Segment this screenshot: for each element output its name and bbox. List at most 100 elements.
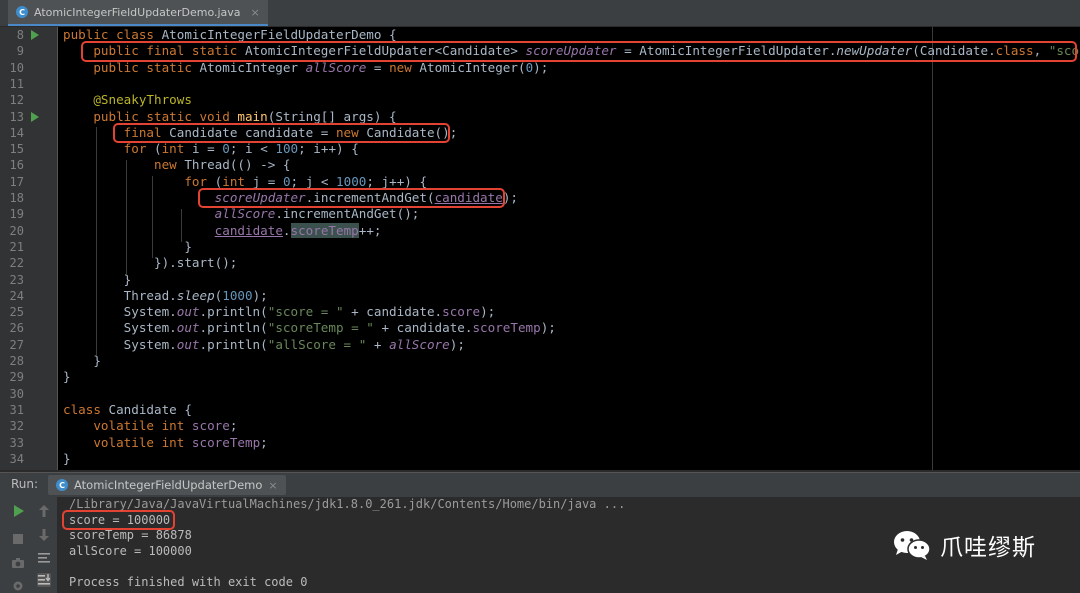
code-token: AtomicIntegerFieldUpdaterDemo { <box>161 27 397 42</box>
code-token: allScore <box>389 337 450 352</box>
run-gutter-icon[interactable] <box>31 30 39 40</box>
code-token: class <box>63 402 109 417</box>
code-line: } <box>63 239 192 255</box>
code-token: scoreTemp <box>191 435 261 450</box>
highlight-box-line-14 <box>113 123 450 143</box>
line-number: 18 <box>9 191 24 205</box>
line-number: 32 <box>9 419 24 433</box>
code-line: }).start(); <box>63 255 237 271</box>
code-token: ); <box>502 190 518 205</box>
code-editor[interactable] <box>58 27 1080 470</box>
code-token: score <box>442 304 481 319</box>
watermark: 爪哇缪斯 <box>892 528 1036 562</box>
editor-tab-filename: AtomicIntegerFieldUpdaterDemo.java <box>34 5 241 19</box>
line-number: 17 <box>9 175 24 189</box>
code-token: sleep <box>176 288 215 303</box>
code-token: ; <box>260 435 268 450</box>
code-token: 1000 <box>222 288 253 303</box>
java-class-icon: C <box>16 6 28 18</box>
code-token: ( <box>154 141 162 156</box>
run-panel-header: Run: C AtomicIntegerFieldUpdaterDemo × <box>0 472 1080 497</box>
line-number: 26 <box>9 321 24 335</box>
code-line: } <box>63 451 71 467</box>
run-gutter-icon[interactable] <box>31 112 39 122</box>
indent-guide <box>96 127 97 355</box>
code-token: } <box>63 451 71 466</box>
close-tab-icon[interactable]: × <box>251 6 260 19</box>
code-token: + candidate. <box>343 304 443 319</box>
run-toolbar <box>0 497 58 593</box>
code-token: new <box>389 60 420 75</box>
code-token: allScore <box>214 206 276 221</box>
code-token: scoreTemp <box>290 223 359 238</box>
code-token: + candidate. <box>373 320 473 335</box>
code-token: 0 <box>282 174 291 189</box>
code-token: .incrementAndGet(); <box>275 206 420 221</box>
code-token: candidate <box>214 223 283 238</box>
highlight-box-line-18 <box>198 188 505 208</box>
code-token: scoreTemp <box>472 320 541 335</box>
code-token: public static <box>63 60 200 75</box>
console-line: score = 100000 <box>69 512 171 527</box>
code-line: allScore.incrementAndGet(); <box>63 206 420 222</box>
line-number: 15 <box>9 142 24 156</box>
code-token: } <box>63 239 192 254</box>
code-line: volatile int scoreTemp; <box>63 435 268 451</box>
code-token: "allScore = " <box>267 337 367 352</box>
code-token: main <box>237 109 268 124</box>
run-config-tab[interactable]: C AtomicIntegerFieldUpdaterDemo × <box>48 475 286 495</box>
soft-wrap-icon[interactable] <box>37 551 51 565</box>
wechat-icon <box>894 531 931 560</box>
line-number: 20 <box>9 224 24 238</box>
code-token: ); <box>533 60 549 75</box>
editor-tab[interactable]: C AtomicIntegerFieldUpdaterDemo.java × <box>8 0 268 26</box>
code-line: } <box>63 353 101 369</box>
code-token: out <box>176 320 200 335</box>
code-token: volatile int <box>63 418 192 433</box>
console-line: allScore = 100000 <box>69 543 192 558</box>
code-line: System.out.println("scoreTemp = " + cand… <box>63 320 556 336</box>
code-token: new <box>63 157 185 172</box>
rerun-icon[interactable] <box>11 504 25 518</box>
camera-icon[interactable] <box>11 556 25 570</box>
java-class-icon: C <box>56 479 68 491</box>
line-number: 13 <box>9 110 24 124</box>
line-number: 10 <box>9 61 24 75</box>
scroll-to-end-icon[interactable] <box>37 573 51 587</box>
code-token: "scoreTemp = " <box>267 320 374 335</box>
code-token: public class <box>63 27 162 42</box>
scroll-up-icon[interactable] <box>37 504 51 518</box>
watermark-text: 爪哇缪斯 <box>940 535 1036 561</box>
line-number: 16 <box>9 158 24 172</box>
code-token: Thread. <box>63 288 177 303</box>
close-run-tab-icon[interactable]: × <box>268 479 277 492</box>
code-line: public static AtomicInteger allScore = n… <box>63 60 548 76</box>
code-line: new Thread(() -> { <box>63 157 291 173</box>
scroll-down-icon[interactable] <box>37 528 51 542</box>
code-token: ); <box>252 288 268 303</box>
code-token: for <box>63 174 215 189</box>
line-number: 9 <box>16 44 24 58</box>
code-token: 1000 <box>336 174 367 189</box>
code-token: int <box>161 141 192 156</box>
code-token: ; j++) { <box>366 174 428 189</box>
code-token: .println( <box>199 337 268 352</box>
code-line: candidate.scoreTemp++; <box>63 223 382 239</box>
code-token: ; i < <box>229 141 276 156</box>
indent-guide <box>152 176 153 258</box>
indent-guide <box>181 209 182 242</box>
code-token: .println( <box>199 320 268 335</box>
line-number: 8 <box>16 28 24 42</box>
stop-icon[interactable] <box>11 532 25 546</box>
settings-icon[interactable] <box>11 579 25 593</box>
editor-tab-bar: C AtomicIntegerFieldUpdaterDemo.java × <box>0 0 1080 27</box>
line-number: 14 <box>9 126 24 140</box>
code-token: AtomicInteger <box>199 60 306 75</box>
code-token: . <box>282 223 291 238</box>
line-number: 11 <box>9 77 24 91</box>
code-line: System.out.println("allScore = " + allSc… <box>63 337 465 353</box>
line-number: 21 <box>9 240 24 254</box>
line-number: 23 <box>9 273 24 287</box>
code-token: out <box>176 337 200 352</box>
